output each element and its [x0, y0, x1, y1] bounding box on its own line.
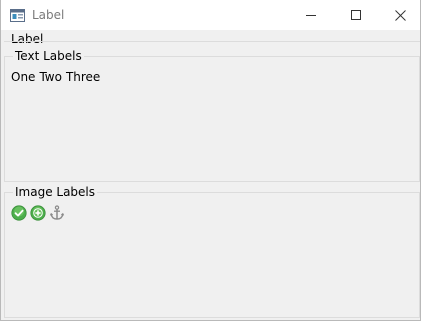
- window-label: Label: [11, 32, 44, 46]
- label-two: Two: [39, 70, 62, 84]
- close-icon: [394, 9, 406, 21]
- green-check-icon: [11, 205, 27, 221]
- image-labels-group: Image Labels: [4, 185, 420, 318]
- close-button[interactable]: [377, 0, 421, 30]
- label-one: One: [11, 70, 36, 84]
- app-window-icon: [10, 9, 25, 22]
- maximize-button[interactable]: [333, 0, 379, 30]
- label-three: Three: [65, 70, 101, 84]
- anchor-icon: [49, 205, 65, 220]
- text-labels-group-title: Text Labels: [13, 49, 84, 63]
- image-labels-group-title: Image Labels: [13, 185, 98, 199]
- text-labels-row: One Two Three: [11, 70, 100, 84]
- green-add-icon: [30, 205, 46, 221]
- window-title: Label: [32, 8, 65, 22]
- maximize-icon: [351, 10, 361, 20]
- title-bar[interactable]: Label: [1, 0, 420, 30]
- minimize-icon: [306, 15, 316, 16]
- outer-group-frame: [4, 41, 420, 42]
- minimize-button[interactable]: [288, 0, 334, 30]
- image-labels-row: [11, 205, 65, 221]
- text-labels-group: Text Labels One Two Three: [4, 49, 420, 182]
- window: Label Label Text Labels One Two Three Imag…: [0, 0, 421, 321]
